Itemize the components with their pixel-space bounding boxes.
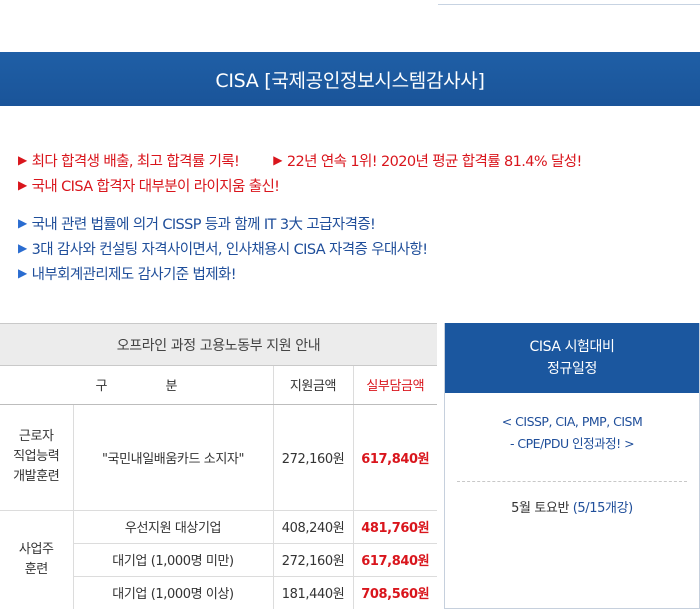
header-self-pay: 실부담금액 [353, 366, 437, 405]
table-header-row: 구분 지원금액 실부담금액 [0, 366, 437, 405]
row-self-pay: 481,760원 [353, 510, 437, 544]
schedule-header: CISA 시험대비 정규일정 [445, 323, 699, 393]
support-table: 구분 지원금액 실부담금액 근로자 직업능력 개발훈련 "국민내일배움카드 소지… [0, 366, 437, 609]
header-support: 지원금액 [273, 366, 354, 405]
highlight-item: ▶ 최다 합격생 배출, 최고 합격률 기록! [18, 153, 240, 170]
row-name: "국민내일배움카드 소지자" [73, 404, 274, 511]
table-row: 근로자 직업능력 개발훈련 "국민내일배움카드 소지자" 272,160원 61… [0, 404, 437, 511]
banner-title: CISA [국제공인정보시스템감사사] [215, 69, 485, 92]
red-highlights: ▶ 최다 합격생 배출, 최고 합격률 기록! ▶ 22년 연속 1위! 202… [18, 148, 698, 198]
table-title: 오프라인 과정 고용노동부 지원 안내 [0, 323, 437, 366]
row-name: 우선지원 대상기업 [73, 510, 274, 544]
arrow-right-icon: ▶ [18, 216, 27, 230]
row-self-pay: 617,840원 [353, 404, 437, 511]
row-self-pay: 708,560원 [353, 576, 437, 609]
arrow-right-icon: ▶ [18, 241, 27, 255]
row-name: 대기업 (1,000명 미만) [73, 543, 274, 577]
table-row: 사업주 훈련 우선지원 대상기업 408,240원 481,760원 [0, 510, 437, 609]
schedule-item[interactable]: 5월 토요반 (5/15개강) [445, 497, 699, 516]
arrow-right-icon: ▶ [18, 178, 27, 192]
highlight-item: ▶ 국내 CISA 합격자 대부분이 라이지움 출신! [18, 178, 280, 195]
highlight-item: ▶ 3대 감사와 컨설팅 자격사이면서, 인사채용시 CISA 자격증 우대사항… [18, 241, 428, 258]
row-support: 272,160원 [273, 404, 354, 511]
row-support: 272,160원 [273, 543, 354, 577]
row-support: 181,440원 [273, 576, 354, 609]
highlight-item: ▶ 국내 관련 법률에 의거 CISSP 등과 함께 IT 3大 고급자격증! [18, 216, 376, 233]
row-category: 근로자 직업능력 개발훈련 [0, 404, 74, 511]
arrow-right-icon: ▶ [18, 153, 27, 167]
row-name: 대기업 (1,000명 이상) [73, 576, 274, 609]
header-category: 구분 [0, 366, 274, 405]
highlight-item: ▶ 내부회계관리제도 감사기준 법제화! [18, 266, 237, 283]
arrow-right-icon: ▶ [18, 266, 27, 280]
top-divider [438, 4, 700, 5]
dashed-divider [457, 481, 687, 482]
row-support: 408,240원 [273, 510, 354, 544]
row-category: 사업주 훈련 [0, 510, 74, 609]
row-self-pay: 617,840원 [353, 543, 437, 577]
support-table-section: 오프라인 과정 고용노동부 지원 안내 구분 지원금액 실부담금액 근로자 직업… [0, 323, 437, 609]
blue-highlights: ▶ 국내 관련 법률에 의거 CISSP 등과 함께 IT 3大 고급자격증! … [18, 211, 698, 286]
arrow-right-icon: ▶ [273, 153, 282, 167]
highlight-item: ▶ 22년 연속 1위! 2020년 평균 합격률 81.4% 달성! [273, 153, 582, 170]
certification-note: < CISSP, CIA, PMP, CISM - CPE/PDU 인정과정! … [501, 414, 643, 451]
schedule-box[interactable]: CISA 시험대비 정규일정 < CISSP, CIA, PMP, CISM -… [444, 323, 700, 609]
course-banner: CISA [국제공인정보시스템감사사] [0, 52, 700, 106]
